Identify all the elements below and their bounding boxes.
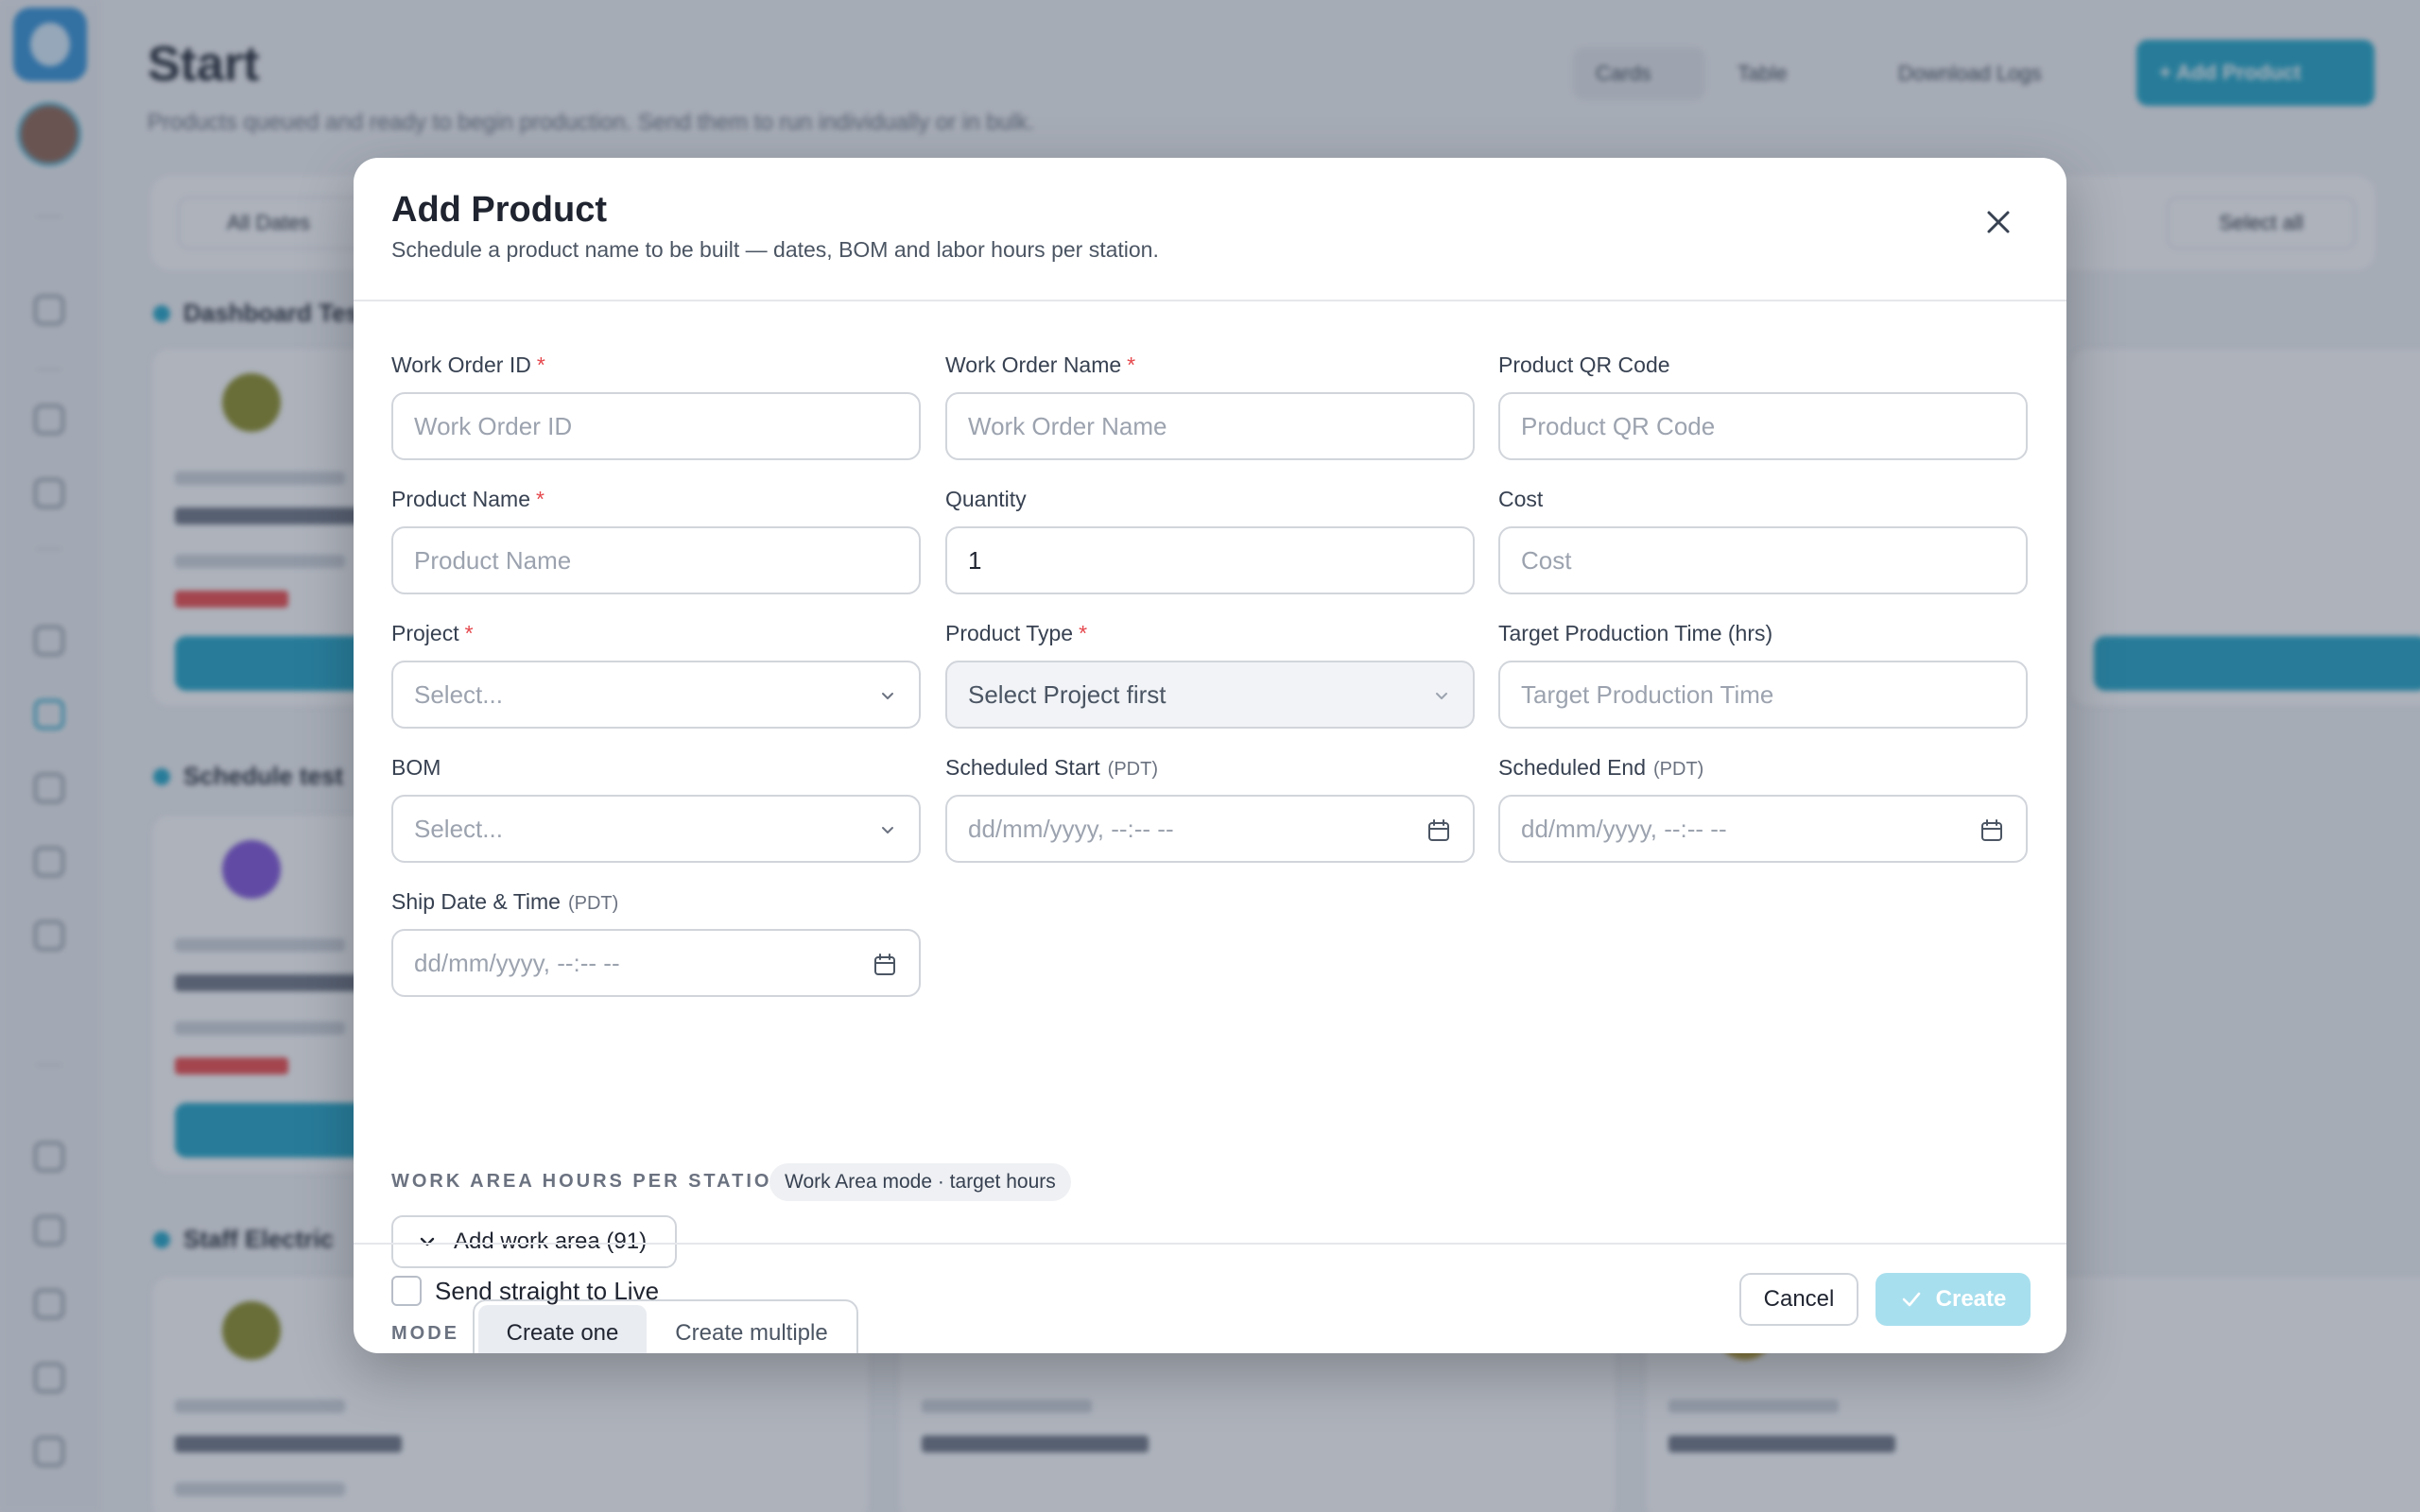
quantity-input[interactable]: 1 [945,526,1475,594]
close-button[interactable] [1983,207,2014,237]
timezone-label: (PDT) [1653,759,1704,780]
scheduled-end-input[interactable]: dd/mm/yyyy, --:-- -- [1498,795,2028,863]
cancel-button[interactable]: Cancel [1739,1273,1858,1326]
chevron-down-icon [1436,693,1447,699]
product-type-select-value: Select Project first [968,679,1167,709]
cost-label: Cost [1498,487,1544,511]
scheduled-end-label: Scheduled End [1498,755,1647,780]
calendar-icon[interactable] [872,952,898,978]
bom-label: BOM [391,755,441,780]
check-icon [1902,1292,1920,1307]
target-time-field: Target Production Time (hrs) Target Prod… [1498,619,2028,729]
dialog-footer: Send straight to Live Cancel Create [354,1245,2066,1353]
product-qr-input[interactable]: Product QR Code [1498,392,2028,460]
product-name-label: Product Name [391,487,531,511]
add-product-dialog: Add Product Schedule a product name to b… [354,158,2066,1353]
scheduled-end-placeholder: dd/mm/yyyy, --:-- -- [1521,814,1727,843]
required-mark: * [1127,352,1136,377]
send-live-label: Send straight to Live [435,1277,660,1305]
scheduled-end-field: Scheduled End (PDT) dd/mm/yyyy, --:-- -- [1498,753,2028,863]
required-mark: * [536,487,544,511]
timezone-label: (PDT) [1107,759,1158,780]
work-area-mode-badge: Work Area mode · target hours [769,1163,1071,1201]
work-area-label: WORK AREA HOURS PER STATION [391,1171,788,1192]
required-mark: * [536,352,545,377]
ship-date-input[interactable]: dd/mm/yyyy, --:-- -- [391,929,921,997]
bom-select[interactable]: Select... [391,795,921,863]
field-label: Ship Date & Time (PDT) [391,887,921,916]
work-order-id-label: Work Order ID [391,352,531,377]
project-label: Project [391,621,459,645]
close-icon [1987,211,2010,233]
field-label: BOM [391,753,921,782]
bom-field: BOM Select... [391,753,921,863]
field-label: Quantity [945,485,1475,513]
field-label: Cost [1498,485,2028,513]
work-order-name-field: Work Order Name * Work Order Name [945,351,1475,460]
header-divider [354,300,2066,301]
send-live-checkbox[interactable] [391,1276,422,1306]
quantity-field: Quantity 1 [945,485,1475,594]
product-name-input[interactable]: Product Name [391,526,921,594]
field-label: Project * [391,619,921,647]
project-field: Project * Select... [391,619,921,729]
cost-field: Cost Cost [1498,485,2028,594]
chevron-down-icon [882,693,893,699]
calendar-icon[interactable] [1426,817,1452,844]
scheduled-start-placeholder: dd/mm/yyyy, --:-- -- [968,814,1174,843]
work-order-id-input[interactable]: Work Order ID [391,392,921,460]
target-time-input[interactable]: Target Production Time [1498,661,2028,729]
product-qr-label: Product QR Code [1498,352,1670,377]
product-name-field: Product Name * Product Name [391,485,921,594]
field-label: Product Type * [945,619,1475,647]
field-label: Scheduled Start (PDT) [945,753,1475,782]
create-button[interactable]: Create [1876,1273,2031,1326]
product-type-field: Product Type * Select Project first [945,619,1475,729]
bom-select-value: Select... [414,814,503,843]
ship-date-placeholder: dd/mm/yyyy, --:-- -- [414,948,620,977]
work-order-id-field: Work Order ID * Work Order ID [391,351,921,460]
quantity-label: Quantity [945,487,1027,511]
work-order-name-label: Work Order Name [945,352,1122,377]
field-label: Product QR Code [1498,351,2028,379]
cost-input[interactable]: Cost [1498,526,2028,594]
required-mark: * [1079,621,1088,645]
product-qr-field: Product QR Code Product QR Code [1498,351,2028,460]
product-type-label: Product Type [945,621,1074,645]
field-label: Product Name * [391,485,921,513]
scheduled-start-input[interactable]: dd/mm/yyyy, --:-- -- [945,795,1475,863]
field-label: Scheduled End (PDT) [1498,753,2028,782]
dialog-title: Add Product [391,190,607,230]
ship-date-label: Ship Date & Time [391,889,561,914]
product-type-select[interactable]: Select Project first [945,661,1475,729]
target-time-label: Target Production Time (hrs) [1498,621,1773,645]
calendar-icon[interactable] [1979,817,2005,844]
create-label: Create [1935,1286,2007,1312]
ship-date-field: Ship Date & Time (PDT) dd/mm/yyyy, --:-- … [391,887,921,997]
chevron-down-icon [882,827,893,833]
scheduled-start-label: Scheduled Start [945,755,1100,780]
project-select[interactable]: Select... [391,661,921,729]
scheduled-start-field: Scheduled Start (PDT) dd/mm/yyyy, --:-- -… [945,753,1475,863]
field-label: Work Order ID * [391,351,921,379]
dialog-subtitle: Schedule a product name to be built — da… [391,237,1159,262]
field-label: Work Order Name * [945,351,1475,379]
project-select-value: Select... [414,679,503,709]
work-order-name-input[interactable]: Work Order Name [945,392,1475,460]
field-label: Target Production Time (hrs) [1498,619,2028,647]
required-mark: * [464,621,474,645]
timezone-label: (PDT) [567,893,619,914]
